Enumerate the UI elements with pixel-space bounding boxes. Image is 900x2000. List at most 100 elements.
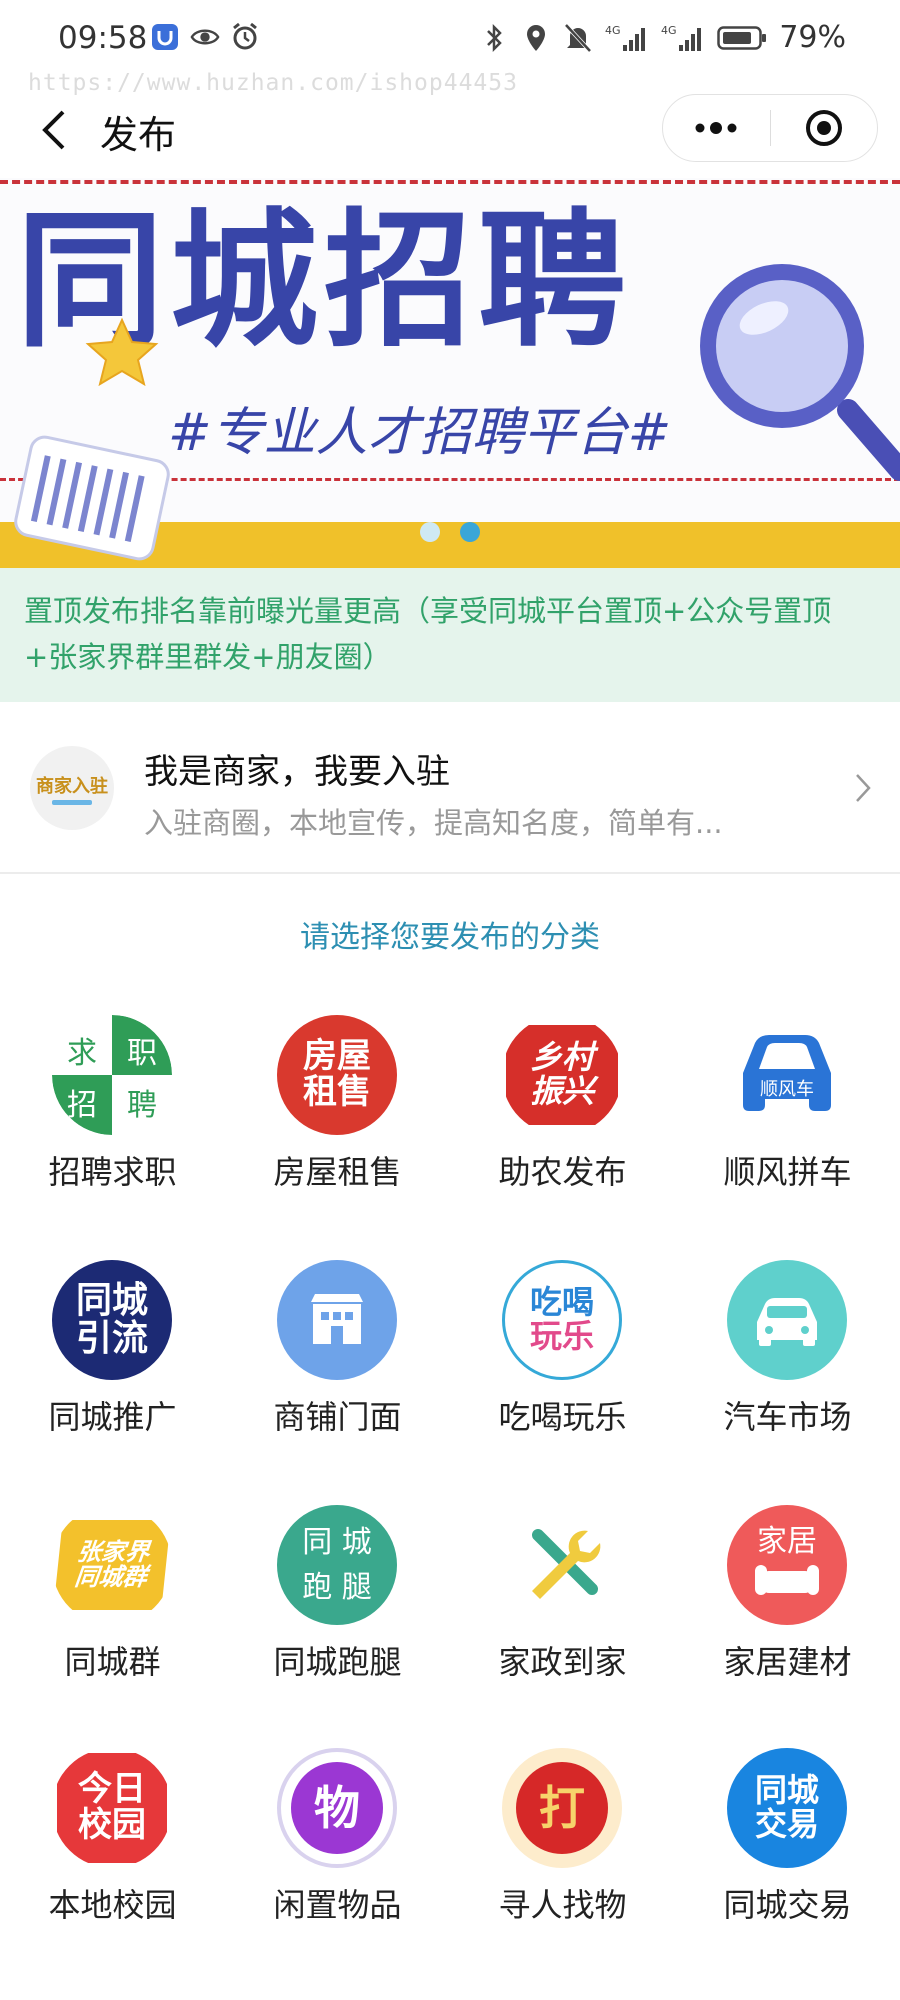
carousel-dot-active[interactable] <box>460 522 480 542</box>
icon-glyph: 家居 <box>757 1524 817 1559</box>
icon-glyph: 校园 <box>78 1805 146 1845</box>
mute-icon <box>563 23 593 53</box>
recruit-icon: 求 职 招 聘 <box>52 1015 172 1135</box>
icon-glyph: 引流 <box>75 1318 148 1359</box>
category-item[interactable]: 家居 家居建材 <box>675 1495 900 1705</box>
icon-glyph: 同城群 <box>73 1563 149 1591</box>
icon-glyph: 乡村 <box>529 1038 594 1077</box>
recruit-glyph: 职 <box>127 1036 157 1071</box>
category-label: 汽车市场 <box>723 1398 852 1436</box>
category-item[interactable]: 张家界 同城群 同城群 <box>0 1495 225 1705</box>
category-label: 助农发布 <box>498 1153 627 1191</box>
avatar-decoration <box>52 799 92 805</box>
house-rent-icon: 房屋 租售 <box>277 1015 397 1135</box>
recruit-glyph: 招 <box>67 1088 97 1123</box>
merchant-avatar: 商家入驻 <box>30 746 114 830</box>
food-fun-icon: 吃喝 玩乐 <box>502 1260 622 1380</box>
lost-found-icon: 打 <box>502 1748 622 1868</box>
category-label: 商铺门面 <box>273 1398 402 1436</box>
merchant-title: 我是商家，我要入驻 <box>144 752 450 792</box>
icon-glyph: 玩乐 <box>529 1317 594 1355</box>
page-title: 发布 <box>100 113 177 157</box>
mini-program-capsule <box>662 94 878 162</box>
icon-glyph: 物 <box>314 1780 360 1835</box>
category-item[interactable]: 物 闲置物品 <box>225 1738 450 1948</box>
category-item[interactable]: 同城 交易 同城交易 <box>675 1738 900 1948</box>
icon-glyph: 交易 <box>754 1805 819 1843</box>
magnifier-icon <box>700 264 900 481</box>
errand-icon: 同 城 跑 腿 <box>277 1505 397 1625</box>
category-item[interactable]: 房屋 租售 房屋租售 <box>225 1005 450 1215</box>
category-item[interactable]: 商铺门面 <box>225 1250 450 1460</box>
icon-glyph: 振兴 <box>529 1072 594 1110</box>
category-label: 同城交易 <box>723 1886 852 1924</box>
category-label: 同城群 <box>64 1643 161 1681</box>
eye-icon <box>190 22 220 52</box>
idle-goods-icon: 物 <box>277 1748 397 1868</box>
category-item[interactable]: 今日 校园 本地校园 <box>0 1738 225 1948</box>
category-item[interactable]: 同 城 跑 腿 同城跑腿 <box>225 1495 450 1705</box>
alarm-icon <box>230 22 260 52</box>
recruit-glyph: 聘 <box>127 1088 157 1123</box>
category-label: 吃喝玩乐 <box>498 1398 627 1436</box>
icon-glyph: 跑 腿 <box>302 1570 372 1605</box>
carousel-dot[interactable] <box>420 522 440 542</box>
close-button[interactable] <box>770 94 877 162</box>
comb-illustration <box>14 435 170 561</box>
carpool-icon: 顺风车 <box>727 1015 847 1135</box>
icon-glyph: 吃喝 <box>529 1283 594 1322</box>
back-button[interactable] <box>30 102 78 158</box>
battery-level: 79% <box>779 20 846 55</box>
trade-icon: 同城 交易 <box>727 1748 847 1868</box>
location-icon <box>521 23 551 53</box>
category-item[interactable]: 家政到家 <box>450 1495 675 1705</box>
promo-icon: 同城 引流 <box>52 1260 172 1380</box>
category-item[interactable]: 汽车市场 <box>675 1250 900 1460</box>
category-item[interactable]: 求 职 招 聘 招聘求职 <box>0 1005 225 1215</box>
category-label: 家政到家 <box>498 1643 627 1681</box>
chevron-left-icon <box>42 110 65 150</box>
group-icon: 张家界 同城群 <box>52 1505 172 1625</box>
recruit-glyph: 求 <box>67 1036 97 1071</box>
category-label: 本地校园 <box>48 1886 177 1924</box>
bluetooth-icon <box>479 23 509 53</box>
icon-glyph: 同城 <box>754 1771 819 1810</box>
status-time: 09:58 <box>58 20 148 56</box>
category-label: 同城推广 <box>48 1398 177 1436</box>
icon-glyph: 同 城 <box>302 1525 372 1560</box>
more-button[interactable] <box>663 94 770 162</box>
icon-glyph: 租售 <box>303 1072 371 1112</box>
category-item[interactable]: 同城 引流 同城推广 <box>0 1250 225 1460</box>
svg-text:4G: 4G <box>661 24 677 37</box>
category-label: 房屋租售 <box>273 1153 402 1191</box>
category-item[interactable]: 乡村 振兴 助农发布 <box>450 1005 675 1215</box>
banner-carousel[interactable]: 同城招聘 #专业人才招聘平台# <box>0 178 900 568</box>
tools-icon <box>502 1505 622 1625</box>
signal-4g-icon: 4G <box>661 23 705 53</box>
icon-glyph: 房屋 <box>303 1036 371 1077</box>
chevron-right-icon <box>856 774 871 802</box>
category-label: 家居建材 <box>723 1643 852 1681</box>
shop-icon <box>277 1260 397 1380</box>
icon-glyph: 今日 <box>78 1769 146 1810</box>
category-item[interactable]: 吃喝 玩乐 吃喝玩乐 <box>450 1250 675 1460</box>
section-title: 请选择您要发布的分类 <box>300 920 600 955</box>
signal-4g-icon: 4G <box>605 23 649 53</box>
category-label: 顺风拼车 <box>723 1153 852 1191</box>
category-item[interactable]: 顺风车 顺风拼车 <box>675 1005 900 1215</box>
category-item[interactable]: 打 寻人找物 <box>450 1738 675 1948</box>
icon-glyph: 顺风车 <box>760 1079 814 1100</box>
more-dots-icon <box>695 122 737 134</box>
merchant-avatar-text: 商家入驻 <box>36 775 108 797</box>
category-label: 同城跑腿 <box>273 1643 402 1681</box>
svg-text:4G: 4G <box>605 24 621 37</box>
car-market-icon <box>727 1260 847 1380</box>
star-icon <box>85 317 159 387</box>
merchant-description: 入驻商圈，本地宣传，提高知名度，简单有... <box>144 806 723 840</box>
merchant-join-row[interactable]: 商家入驻 我是商家，我要入驻 入驻商圈，本地宣传，提高知名度，简单有... <box>0 702 900 874</box>
target-circle-icon <box>805 110 842 146</box>
shield-app-icon <box>150 22 180 52</box>
campus-icon: 今日 校园 <box>52 1748 172 1868</box>
category-label: 闲置物品 <box>273 1886 402 1924</box>
category-label: 寻人找物 <box>498 1886 627 1924</box>
